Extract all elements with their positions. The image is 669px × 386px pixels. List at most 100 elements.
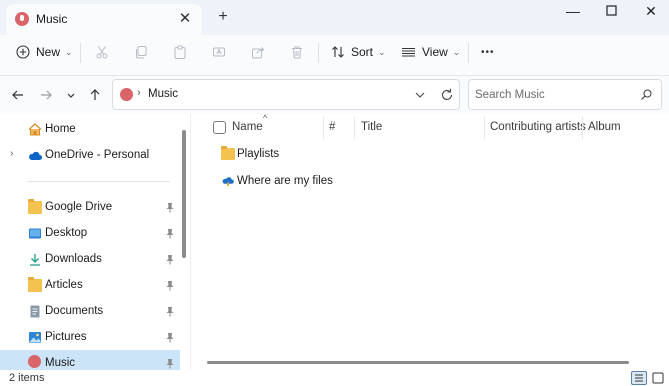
- search-input[interactable]: [475, 86, 625, 104]
- close-window-button[interactable]: ✕: [630, 0, 669, 24]
- address-history-button[interactable]: [411, 86, 429, 104]
- column-separator[interactable]: [354, 117, 355, 139]
- more-options-button[interactable]: •••: [481, 35, 495, 69]
- download-icon: [30, 254, 40, 266]
- arrow-right-icon: [41, 90, 52, 100]
- file-row[interactable]: Playlists: [195, 143, 667, 167]
- breadcrumb-separator-icon: ›: [137, 87, 141, 99]
- pin-icon[interactable]: [165, 228, 175, 239]
- sort-button[interactable]: Sort ⌄: [331, 35, 386, 69]
- horizontal-scrollbar[interactable]: [207, 361, 629, 364]
- search-box[interactable]: [468, 79, 662, 110]
- plus-circle-icon: [16, 45, 30, 59]
- column-header-number[interactable]: #: [329, 121, 335, 133]
- chevron-down-icon: ⌄: [378, 46, 386, 57]
- cloud-icon: [29, 151, 42, 160]
- desktop-icon: [29, 228, 41, 239]
- pin-icon[interactable]: [165, 332, 175, 343]
- recent-locations-button[interactable]: [60, 84, 82, 106]
- up-button[interactable]: [84, 84, 106, 106]
- copy-icon: [136, 46, 147, 59]
- sort-ascending-icon: ^: [263, 113, 268, 123]
- onedrive-help-icon: [222, 177, 234, 187]
- cut-button[interactable]: [95, 35, 109, 69]
- file-name: Playlists: [237, 148, 280, 160]
- delete-button[interactable]: [290, 35, 304, 69]
- tab-close-icon[interactable]: ✕: [176, 10, 194, 28]
- music-icon: [120, 88, 133, 101]
- document-icon: [30, 305, 40, 318]
- pin-icon[interactable]: [165, 280, 175, 291]
- sidebar-item-label: Documents: [45, 305, 104, 317]
- column-separator[interactable]: [582, 117, 583, 139]
- select-all-checkbox[interactable]: [213, 121, 226, 134]
- sidebar-item-pictures[interactable]: Pictures: [0, 325, 180, 351]
- tab-title: Music: [36, 12, 68, 26]
- details-view-button[interactable]: [631, 371, 647, 385]
- item-count: 2 items: [9, 372, 45, 384]
- new-button[interactable]: New ⌄: [16, 35, 73, 69]
- pictures-icon: [29, 332, 41, 343]
- status-bar: 2 items: [0, 370, 669, 386]
- clipboard-icon: [174, 45, 186, 59]
- tiles-view-button[interactable]: [651, 371, 665, 385]
- forward-button[interactable]: [35, 84, 57, 106]
- rename-button[interactable]: [212, 35, 226, 69]
- column-separator[interactable]: [323, 117, 324, 139]
- back-button[interactable]: [7, 84, 29, 106]
- column-header-album[interactable]: Album: [588, 121, 621, 133]
- expand-chevron-icon[interactable]: ›: [10, 148, 13, 159]
- sidebar-item-google-drive[interactable]: Google Drive: [0, 195, 180, 221]
- sidebar-item-label: Desktop: [45, 227, 88, 239]
- sidebar-item-label: Home: [45, 123, 76, 135]
- new-tab-button[interactable]: +: [214, 8, 232, 26]
- sidebar-item-desktop[interactable]: Desktop: [0, 221, 180, 247]
- pin-icon[interactable]: [165, 358, 175, 369]
- column-header-name[interactable]: Name: [232, 121, 263, 133]
- address-bar[interactable]: › Music: [112, 79, 460, 110]
- breadcrumb-music[interactable]: Music: [148, 88, 178, 100]
- file-row[interactable]: Where are my files: [195, 170, 667, 194]
- tab-music[interactable]: Music ✕: [6, 4, 202, 35]
- sidebar-scrollbar[interactable]: [182, 130, 186, 258]
- navigation-pane: Home › OneDrive - Personal Google Drive …: [0, 114, 190, 370]
- sidebar-item-articles[interactable]: Articles: [0, 273, 180, 299]
- pane-divider[interactable]: [190, 114, 191, 370]
- sidebar-item-home[interactable]: Home: [0, 117, 180, 143]
- sidebar-item-label: Google Drive: [45, 201, 113, 213]
- arrow-up-icon: [90, 89, 100, 100]
- copy-button[interactable]: [134, 35, 148, 69]
- pin-icon[interactable]: [165, 254, 175, 265]
- minimize-button[interactable]: —: [552, 0, 594, 24]
- pin-icon[interactable]: [165, 306, 175, 317]
- share-button[interactable]: [251, 35, 265, 69]
- sidebar-item-downloads[interactable]: Downloads: [0, 247, 180, 273]
- folder-icon: [28, 277, 42, 292]
- new-label: New: [36, 45, 61, 59]
- maximize-button[interactable]: [591, 0, 633, 24]
- chevron-down-icon: [415, 92, 425, 98]
- column-header-contributing-artists[interactable]: Contributing artists: [490, 121, 586, 133]
- sidebar-item-documents[interactable]: Documents: [0, 299, 180, 325]
- trash-icon: [292, 46, 302, 59]
- refresh-icon: [441, 88, 453, 100]
- view-list-icon: [402, 48, 415, 57]
- folder-icon: [28, 199, 42, 214]
- music-icon: [28, 355, 41, 368]
- sidebar-item-music[interactable]: Music: [0, 350, 180, 370]
- column-header-title[interactable]: Title: [361, 121, 382, 133]
- sidebar-item-onedrive[interactable]: › OneDrive - Personal: [0, 143, 180, 169]
- paste-button[interactable]: [173, 35, 187, 69]
- sidebar-item-label: Music: [45, 357, 76, 369]
- sidebar-divider: [27, 181, 170, 182]
- refresh-button[interactable]: [438, 86, 456, 104]
- rename-icon: [213, 47, 225, 57]
- column-separator[interactable]: [484, 117, 485, 139]
- view-button[interactable]: View ⌄: [401, 35, 460, 69]
- folder-icon: [221, 146, 235, 160]
- sidebar-item-label: Articles: [45, 279, 83, 291]
- view-label: View: [422, 45, 448, 59]
- command-bar: New ⌄ Sort ⌄ View ⌄ •••: [0, 35, 669, 76]
- pin-icon[interactable]: [165, 202, 175, 213]
- search-icon[interactable]: [639, 88, 653, 102]
